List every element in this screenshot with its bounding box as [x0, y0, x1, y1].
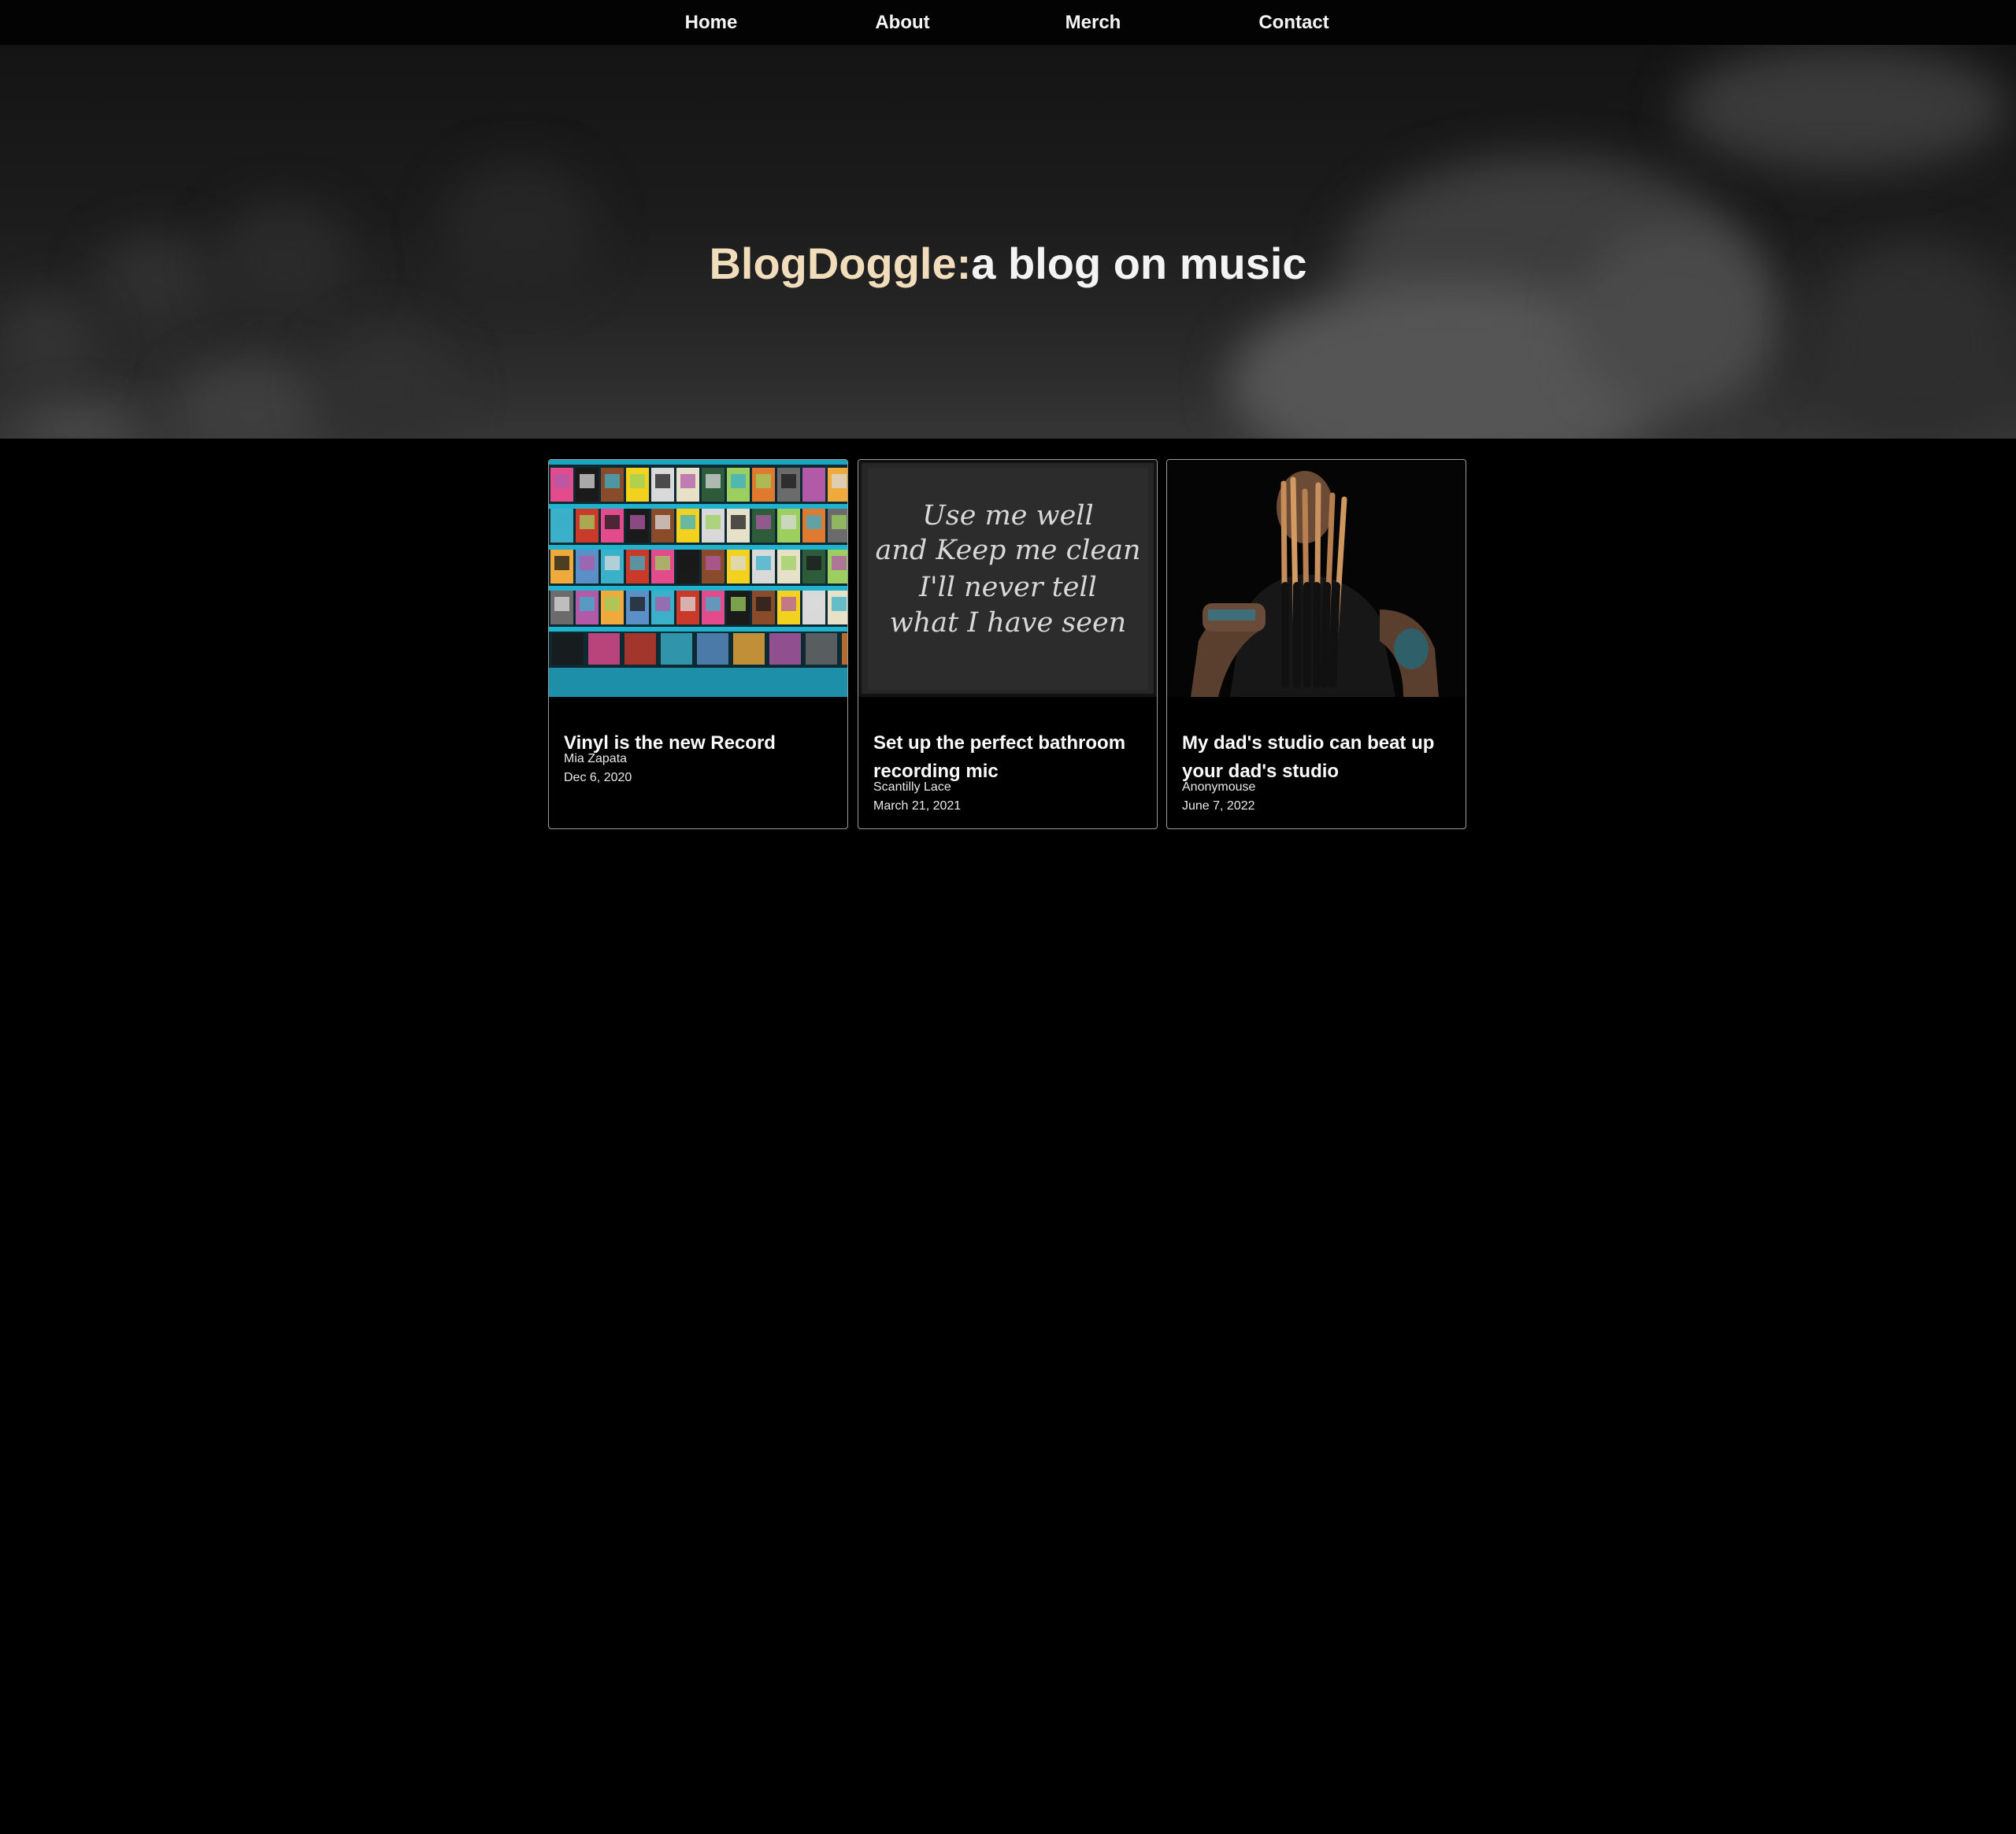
album-art — [781, 556, 796, 570]
album-art — [781, 515, 796, 529]
post-author: Mia Zapata — [564, 752, 628, 765]
album-art — [706, 515, 721, 529]
record-bin — [769, 633, 801, 665]
album-art — [630, 597, 645, 611]
site-title: BlogDoggle:a blog on music — [0, 238, 2016, 288]
album-art — [680, 515, 695, 529]
album-art — [554, 515, 569, 529]
record-bin — [552, 633, 584, 665]
chalkboard-image[interactable]: Use me well and Keep me clean I'll never… — [858, 460, 1157, 697]
album-art — [655, 556, 670, 570]
album-art — [756, 556, 771, 570]
album-art — [781, 474, 796, 488]
hero-banner: BlogDoggle:a blog on music — [0, 45, 2016, 439]
album-art — [580, 515, 595, 529]
album-art — [655, 515, 670, 529]
album-art — [655, 474, 670, 488]
album-art — [756, 597, 771, 611]
post-date: Dec 6, 2020 — [564, 771, 632, 784]
vinyl-record-shelves-image[interactable] — [549, 460, 847, 697]
post-author: Anonymouse — [1182, 780, 1256, 794]
album-art — [580, 597, 595, 611]
album-art — [605, 597, 620, 611]
album-art — [630, 515, 645, 529]
chalk-line-4: what I have seen — [890, 607, 1126, 639]
nav-merch-link[interactable]: Merch — [1051, 0, 1135, 45]
post-meta: Scantilly Lace March 21, 2021 — [873, 778, 961, 816]
album-art — [580, 474, 595, 488]
album-art — [832, 556, 847, 570]
nav-about-link[interactable]: About — [861, 0, 944, 45]
post-card[interactable]: My dad's studio can beat up your dad's s… — [1166, 459, 1466, 829]
post-meta: Anonymouse June 7, 2022 — [1182, 778, 1255, 816]
album-art — [731, 515, 746, 529]
album-art — [554, 474, 569, 488]
album-art — [680, 556, 695, 570]
record-bin — [842, 633, 847, 665]
album-art — [580, 556, 595, 570]
album-art — [680, 474, 695, 488]
chalk-line-1: Use me well — [922, 500, 1093, 532]
album-art — [756, 474, 771, 488]
chalk-line-2: and Keep me clean — [875, 535, 1140, 566]
record-bin — [806, 633, 837, 665]
album-art — [806, 597, 821, 611]
post-meta: Mia Zapata Dec 6, 2020 — [564, 750, 632, 787]
album-art — [630, 556, 645, 570]
record-bin — [588, 633, 620, 665]
album-art — [554, 597, 569, 611]
post-date: June 7, 2022 — [1182, 799, 1255, 813]
post-date: March 21, 2021 — [873, 799, 962, 813]
brand-name: BlogDoggle: — [709, 238, 972, 288]
album-art — [731, 474, 746, 488]
album-art — [554, 556, 569, 570]
album-art — [731, 597, 746, 611]
record-bin — [624, 633, 656, 665]
site-tagline: a blog on music — [971, 238, 1307, 288]
drummer-with-drumsticks-image[interactable] — [1167, 460, 1466, 697]
record-bin — [733, 633, 765, 665]
album-art — [680, 597, 695, 611]
album-art — [832, 515, 847, 529]
album-art — [781, 597, 796, 611]
album-art — [655, 597, 670, 611]
album-art — [806, 556, 821, 570]
album-art — [706, 556, 721, 570]
album-art — [630, 474, 645, 488]
album-art — [806, 515, 821, 529]
record-bin — [661, 633, 692, 665]
record-bin — [697, 633, 728, 665]
album-art — [706, 597, 721, 611]
post-author: Scantilly Lace — [873, 780, 951, 794]
album-art — [806, 474, 821, 488]
chalk-line-3: I'll never tell — [918, 572, 1097, 603]
album-art — [731, 556, 746, 570]
nav-home-link[interactable]: Home — [669, 0, 753, 45]
top-navigation: Home About Merch Contact — [0, 0, 2016, 45]
post-card[interactable]: Use me well and Keep me clean I'll never… — [858, 459, 1158, 829]
album-art — [605, 515, 620, 529]
album-art — [706, 474, 721, 488]
album-art — [605, 474, 620, 488]
album-art — [605, 556, 620, 570]
album-art — [832, 597, 847, 611]
album-art — [756, 515, 771, 529]
nav-contact-link[interactable]: Contact — [1243, 0, 1345, 45]
album-art — [832, 474, 847, 488]
post-card[interactable]: Vinyl is the new Record Mia Zapata Dec 6… — [548, 459, 848, 829]
